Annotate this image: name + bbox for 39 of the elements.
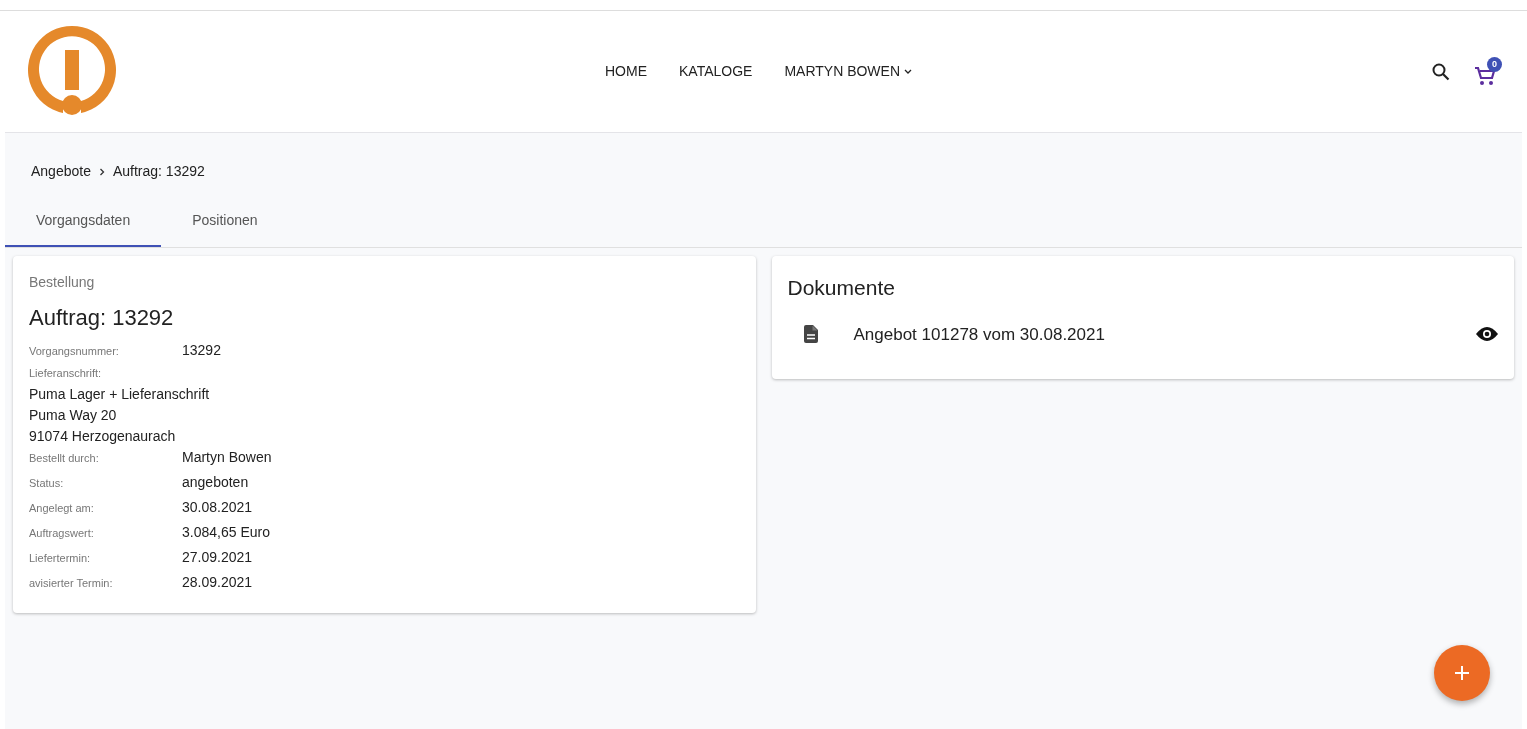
cart-icon: [1474, 66, 1496, 86]
breadcrumb-link[interactable]: Angebote: [31, 161, 91, 182]
field-value: 13292: [182, 341, 221, 360]
card-title: Dokumente: [787, 275, 896, 301]
cart-button[interactable]: 0: [1474, 57, 1502, 86]
caret-icon: [904, 68, 913, 75]
field-value: 30.08.2021: [182, 497, 253, 517]
field-label: Liefertermin:: [29, 550, 92, 566]
field-label: Lieferanschrift:: [29, 366, 103, 381]
field-value: angeboten: [182, 472, 249, 492]
field-value: 3.084,65 Euro: [182, 522, 270, 542]
field-label: Angelegt am:: [29, 500, 95, 516]
card-title: Auftrag: 13292: [29, 304, 175, 332]
breadcrumb-current: Auftrag: 13292: [112, 162, 205, 181]
tab[interactable]: Vorgangsdaten: [5, 200, 162, 247]
field-label: Status:: [29, 475, 65, 491]
card-subtitle: Bestellung: [29, 273, 96, 292]
address-line: Puma Way 20: [29, 405, 118, 425]
field-label: Vorgangsnummer:: [29, 344, 120, 359]
tab[interactable]: Positionen: [161, 200, 289, 247]
user-menu-dropdown[interactable]: MARTYN BOWEN: [768, 61, 929, 82]
nav-link[interactable]: KATALOGE: [663, 61, 769, 82]
eye-icon[interactable]: [1476, 327, 1498, 342]
field-value: 28.09.2021: [182, 572, 253, 592]
field-label: Auftragswert:: [29, 525, 95, 541]
address-line: Puma Lager + Lieferanschrift: [29, 384, 211, 404]
field-label: Bestellt durch:: [29, 450, 100, 466]
field-value: Martyn Bowen: [182, 447, 272, 467]
cart-count-badge: 0: [1487, 57, 1502, 72]
nav-link[interactable]: HOME: [589, 61, 663, 82]
add-button[interactable]: [1434, 645, 1490, 701]
field-value: 27.09.2021: [182, 547, 253, 567]
plus-icon: [1455, 666, 1469, 680]
chevron-icon: [98, 167, 105, 176]
field-label: avisierter Termin:: [29, 575, 114, 591]
document-link[interactable]: Angebot 101278 vom 30.08.2021: [853, 321, 1105, 347]
document-icon: [803, 325, 818, 344]
address-line: 91074 Herzogenaurach: [29, 426, 177, 446]
search-icon[interactable]: [1432, 62, 1450, 81]
